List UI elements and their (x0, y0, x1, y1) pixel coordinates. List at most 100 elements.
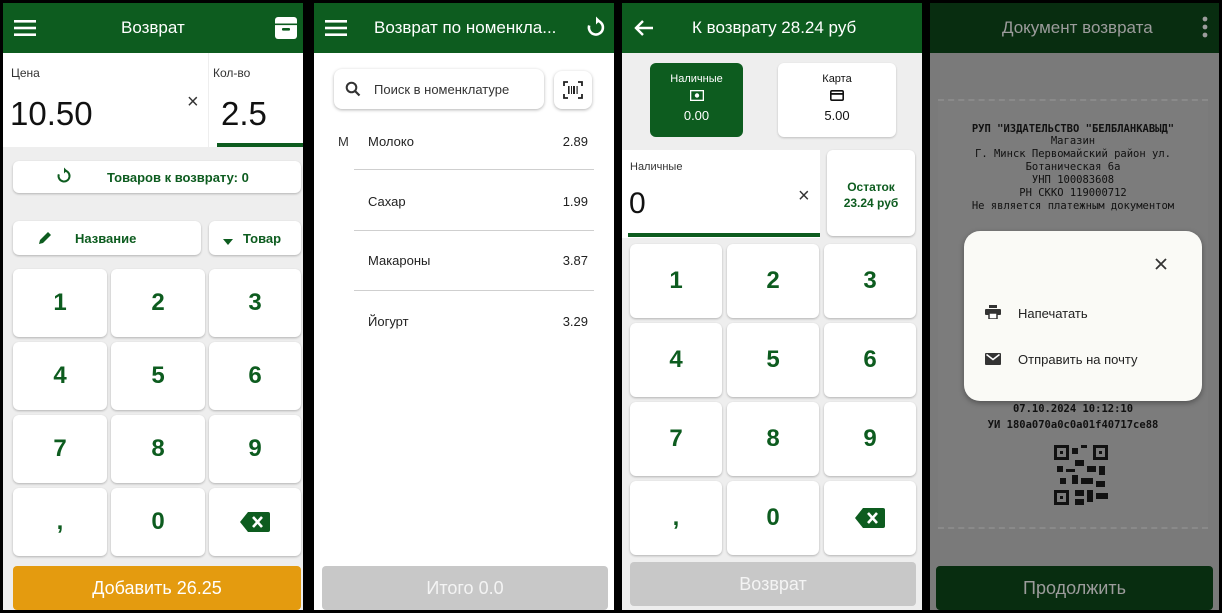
search-field[interactable]: Поиск в номенклатуре (334, 69, 544, 109)
list-item[interactable]: Макароны 3.87 (354, 239, 594, 287)
app-bar: Документ возврата (930, 3, 1219, 53)
back-arrow-icon[interactable] (632, 16, 656, 40)
page-title: Документ возврата (1002, 18, 1153, 37)
backspace-key[interactable] (824, 481, 916, 555)
key-3[interactable]: 3 (824, 244, 916, 318)
rest-value: 23.24 руб (843, 196, 899, 210)
divider (354, 230, 594, 231)
print-label: Напечатать (1018, 306, 1088, 321)
add-button[interactable]: Добавить 26.25 (13, 566, 301, 610)
cash-tab[interactable]: Наличные 0.00 (650, 63, 743, 137)
barcode-icon (563, 81, 583, 104)
cash-input-value: 0 (629, 187, 646, 220)
key-0[interactable]: 0 (727, 481, 819, 555)
rest-card: Остаток 23.24 руб (827, 150, 915, 236)
return-button[interactable]: Возврат (630, 562, 916, 606)
receipt-line: УНП 100083608 (1031, 174, 1115, 186)
qr-code-icon (1054, 445, 1108, 509)
receipt-line: РН СККО 119000712 (1019, 187, 1127, 199)
backspace-key[interactable] (209, 488, 301, 556)
page-title: Возврат по номенкла... (374, 18, 557, 37)
key-1[interactable]: 1 (13, 269, 107, 337)
menu-icon[interactable] (13, 16, 37, 40)
receipt-line: РУП "ИЗДАТЕЛЬСТВО "БЕЛБЛАНКАВЫД" (971, 123, 1175, 135)
key-4[interactable]: 4 (13, 342, 107, 410)
key-5[interactable]: 5 (727, 323, 819, 397)
goods-button[interactable]: Товар (209, 221, 301, 255)
key-8[interactable]: 8 (727, 402, 819, 476)
cash-tab-label: Наличные (670, 73, 723, 85)
key-2[interactable]: 2 (111, 269, 205, 337)
key-9[interactable]: 9 (824, 402, 916, 476)
key-0[interactable]: 0 (111, 488, 205, 556)
key-2[interactable]: 2 (727, 244, 819, 318)
item-price: 2.89 (562, 134, 588, 149)
email-menu-item[interactable]: Отправить на почту (964, 341, 1202, 377)
key-6[interactable]: 6 (824, 323, 916, 397)
archive-icon[interactable] (273, 15, 299, 41)
item-price: 3.87 (562, 253, 588, 268)
cash-input-label: Наличные (630, 161, 683, 173)
card-tab[interactable]: Карта 5.00 (778, 63, 896, 137)
price-label: Цена (11, 66, 40, 80)
clear-icon[interactable]: × (187, 91, 199, 114)
key-4[interactable]: 4 (630, 323, 722, 397)
qty-value: 2.5 (221, 95, 267, 132)
close-icon[interactable] (1154, 257, 1168, 276)
price-field[interactable]: Цена 10.50 × (3, 53, 208, 147)
print-menu-item[interactable]: Напечатать (964, 295, 1202, 331)
list-item[interactable]: Сахар 1.99 (354, 179, 594, 227)
name-button-label: Название (75, 231, 137, 246)
cash-input[interactable]: Наличные 0 × (622, 150, 820, 238)
name-button[interactable]: Название (13, 221, 201, 255)
total-button[interactable]: Итого 0.0 (322, 566, 608, 610)
key-comma[interactable]: , (630, 481, 722, 555)
item-price: 1.99 (562, 194, 588, 209)
backspace-icon (855, 508, 885, 528)
item-price: 3.29 (562, 314, 588, 329)
key-comma[interactable]: , (13, 488, 107, 556)
card-tab-label: Карта (822, 73, 852, 85)
refresh-icon[interactable] (584, 15, 608, 39)
key-3[interactable]: 3 (209, 269, 301, 337)
search-placeholder: Поиск в номенклатуре (374, 82, 510, 97)
qty-field[interactable]: Кол-во 2.5 (209, 53, 303, 147)
screen-return: Возврат Цена 10.50 × Кол-во 2.5 Товаров … (3, 3, 303, 610)
qty-label: Кол-во (213, 66, 251, 80)
goods-button-label: Товар (243, 231, 282, 246)
key-8[interactable]: 8 (111, 415, 205, 483)
continue-button[interactable]: Продолжить (936, 566, 1213, 610)
card-icon (778, 88, 896, 106)
app-bar: Возврат (3, 3, 303, 53)
divider (354, 290, 594, 291)
list-item[interactable]: Йогурт 3.29 (354, 299, 594, 347)
return-items-button[interactable]: Товаров к возврату: 0 (13, 161, 301, 193)
caret-down-icon (223, 234, 233, 252)
item-name: Молоко (368, 134, 414, 149)
page-title: Возврат (121, 18, 185, 37)
screen-return-document: Документ возврата РУП "ИЗДАТЕЛЬСТВО "БЕЛ… (930, 3, 1219, 610)
receipt-ui: УИ 180a070a0c0a01f40717ce88 (987, 419, 1159, 431)
barcode-button[interactable] (554, 71, 592, 109)
return-items-label: Товаров к возврату: 0 (107, 170, 249, 185)
key-1[interactable]: 1 (630, 244, 722, 318)
key-6[interactable]: 6 (209, 342, 301, 410)
app-bar: К возврату 28.24 руб (622, 3, 922, 53)
page-title: К возврату 28.24 руб (692, 18, 857, 37)
receipt-line: Ботаническая 6а (1025, 161, 1121, 173)
divider (354, 169, 594, 170)
backspace-icon (240, 512, 270, 532)
more-vert-icon[interactable] (1202, 16, 1208, 43)
receipt-date: 07.10.2024 10:12:10 (1012, 403, 1134, 415)
cash-tab-value: 0.00 (683, 108, 710, 123)
key-7[interactable]: 7 (13, 415, 107, 483)
menu-icon[interactable] (324, 16, 348, 40)
list-item[interactable]: Молоко 2.89 (354, 121, 594, 169)
printer-icon (985, 305, 1001, 324)
input-underline (628, 233, 820, 237)
key-9[interactable]: 9 (209, 415, 301, 483)
clear-icon[interactable]: × (798, 185, 810, 208)
key-7[interactable]: 7 (630, 402, 722, 476)
email-icon (985, 352, 1001, 370)
key-5[interactable]: 5 (111, 342, 205, 410)
